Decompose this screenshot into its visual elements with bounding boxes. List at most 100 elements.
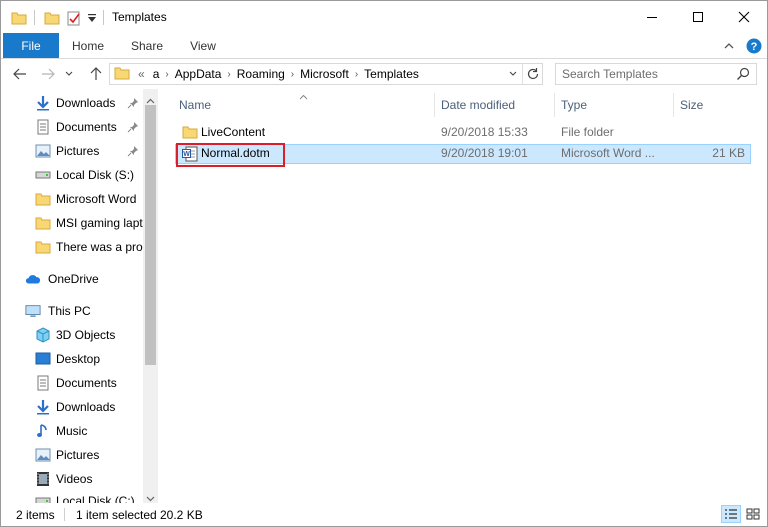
sidebar-item-3d-objects[interactable]: 3D Objects (1, 323, 143, 347)
pin-icon (127, 121, 139, 133)
pictures-icon (35, 447, 51, 463)
sidebar-item-documents[interactable]: Documents (1, 115, 143, 139)
breadcrumb-microsoft[interactable]: Microsoft (296, 67, 353, 81)
properties-icon[interactable] (66, 9, 82, 27)
details-view-button[interactable] (721, 505, 741, 523)
new-folder-icon[interactable] (44, 9, 60, 27)
sort-ascending-icon (299, 89, 308, 103)
search-input[interactable] (556, 64, 726, 84)
sidebar-item-label: There was a prob (56, 240, 143, 254)
chevron-right-icon[interactable]: › (225, 69, 232, 80)
sidebar-item-local-disk-s[interactable]: Local Disk (S:) (1, 163, 143, 187)
minimize-icon (647, 17, 657, 18)
sidebar-item-label: Videos (56, 472, 93, 486)
file-row-normal-dotm[interactable]: W Normal.dotm 9/20/2018 19:01 Microsoft … (175, 143, 751, 167)
sidebar-item-label: Documents (56, 120, 117, 134)
sidebar-item-label: Downloads (56, 400, 116, 414)
sidebar-item-there-was-a-prob[interactable]: There was a prob (1, 235, 143, 259)
close-button[interactable] (721, 1, 767, 33)
tab-share[interactable]: Share (121, 33, 173, 58)
sidebar-item-local-disk-c[interactable]: Local Disk (C:) (1, 489, 143, 503)
file-date: 9/20/2018 15:33 (441, 125, 528, 139)
sidebar-item-pc-downloads[interactable]: Downloads (1, 395, 143, 419)
sidebar-item-pictures[interactable]: Pictures (1, 139, 143, 163)
address-bar[interactable]: « a › AppData › Roaming › Microsoft › Te… (109, 63, 543, 85)
column-divider[interactable] (673, 93, 674, 117)
search-icon[interactable] (736, 67, 750, 84)
folder-icon (114, 66, 130, 83)
large-icons-view-button[interactable] (743, 505, 763, 523)
column-header-date[interactable]: Date modified (441, 95, 515, 115)
breadcrumb-a[interactable]: a (149, 67, 164, 81)
up-button[interactable] (87, 64, 105, 84)
breadcrumb-roaming[interactable]: Roaming (233, 67, 289, 81)
status-bar: 2 items 1 item selected 20.2 KB (1, 503, 767, 526)
column-divider[interactable] (554, 93, 555, 117)
refresh-icon[interactable] (526, 67, 540, 84)
chevron-right-icon[interactable]: › (353, 69, 360, 80)
item-count: 2 items (16, 508, 55, 522)
sidebar-item-desktop[interactable]: Desktop (1, 347, 143, 371)
file-type: File folder (561, 125, 614, 139)
sidebar-item-label: Microsoft Word (56, 192, 137, 206)
address-divider (522, 64, 523, 84)
navigation-pane: Downloads Documents Pictures Local Disk … (1, 89, 158, 503)
sidebar-item-downloads[interactable]: Downloads (1, 91, 143, 115)
selection-count: 1 item selected (76, 508, 157, 522)
svg-text:W: W (183, 151, 190, 158)
sidebar-item-label: Downloads (56, 96, 116, 110)
chevron-right-icon[interactable]: › (163, 69, 170, 80)
tab-home[interactable]: Home (63, 33, 113, 58)
column-divider[interactable] (434, 93, 435, 117)
computer-icon (25, 303, 41, 319)
sidebar-item-this-pc[interactable]: This PC (1, 299, 143, 323)
breadcrumb-overflow[interactable]: « (130, 67, 149, 81)
tab-file[interactable]: File (3, 33, 59, 58)
customize-toolbar-icon[interactable] (87, 9, 97, 27)
column-header-name[interactable]: Name (179, 95, 211, 115)
column-header-size[interactable]: Size (680, 95, 703, 115)
scrollbar-thumb[interactable] (145, 105, 156, 365)
toolbar-divider (34, 10, 35, 25)
back-button[interactable] (11, 64, 29, 84)
address-dropdown-icon[interactable] (508, 68, 518, 83)
help-icon[interactable]: ? (746, 37, 762, 55)
file-row-livecontent[interactable]: LiveContent 9/20/2018 15:33 File folder (175, 123, 751, 143)
chevron-right-icon[interactable]: › (289, 69, 296, 80)
back-arrow-icon (13, 68, 26, 80)
sidebar-item-music[interactable]: Music (1, 419, 143, 443)
breadcrumb-templates[interactable]: Templates (360, 67, 423, 81)
sidebar-item-msi-gaming[interactable]: MSI gaming lapt (1, 211, 143, 235)
column-header-type[interactable]: Type (561, 95, 587, 115)
minimize-button[interactable] (629, 1, 675, 33)
desktop-icon (35, 351, 51, 367)
sidebar-item-pc-pictures[interactable]: Pictures (1, 443, 143, 467)
title-bar: Templates (1, 1, 767, 33)
breadcrumb-appdata[interactable]: AppData (171, 67, 226, 81)
folder-icon (35, 239, 51, 255)
sidebar-item-label: This PC (48, 304, 91, 318)
navigation-scrollbar[interactable] (143, 89, 158, 503)
word-template-icon: W (182, 146, 198, 165)
folder-icon (35, 215, 51, 231)
sidebar-item-videos[interactable]: Videos (1, 467, 143, 491)
documents-icon (35, 375, 51, 391)
sidebar-item-microsoft-word[interactable]: Microsoft Word (1, 187, 143, 211)
forward-button[interactable] (39, 64, 57, 84)
recent-locations-button[interactable] (62, 64, 76, 84)
tab-view[interactable]: View (179, 33, 227, 58)
svg-text:?: ? (751, 41, 758, 53)
search-box (555, 63, 757, 85)
3d-objects-icon (35, 327, 51, 343)
expand-ribbon-icon[interactable] (723, 37, 735, 55)
folder-icon (35, 191, 51, 207)
sidebar-item-pc-documents[interactable]: Documents (1, 371, 143, 395)
videos-icon (35, 471, 51, 487)
file-name: Normal.dotm (201, 146, 270, 160)
music-icon (35, 423, 51, 439)
up-arrow-icon (90, 67, 102, 80)
sidebar-item-onedrive[interactable]: OneDrive (1, 267, 143, 291)
maximize-button[interactable] (675, 1, 721, 33)
sidebar-item-label: Pictures (56, 448, 100, 462)
sidebar-item-label: Local Disk (C:) (56, 494, 135, 503)
